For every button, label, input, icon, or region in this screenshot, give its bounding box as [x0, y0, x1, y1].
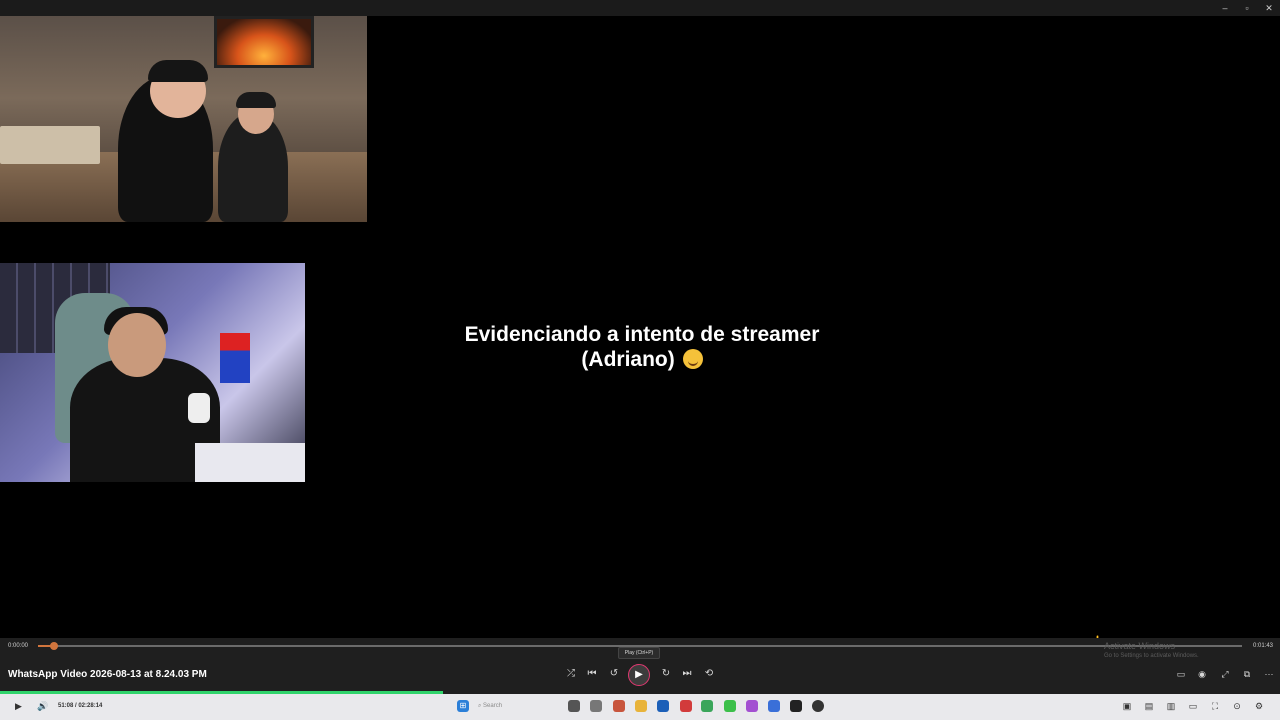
media-player-icon[interactable] [812, 700, 824, 712]
miniplayer-icon: ⧉ [1243, 669, 1251, 679]
cap-shape [148, 60, 208, 82]
play-icon: ▶ [635, 669, 643, 680]
table-shape [0, 126, 100, 164]
activate-windows-subtitle: Go to Settings to activate Windows. [1104, 653, 1199, 659]
person-head-shape [108, 313, 166, 377]
more-button[interactable]: ··· [1261, 666, 1277, 682]
video-caption: Evidenciando a intento de streamer (Adri… [400, 322, 884, 372]
video-title: WhatsApp Video 2026-08-13 at 8.24.03 PM [8, 669, 207, 680]
volume-icon: 🔊 [37, 701, 49, 711]
previous-icon: ⏮ [587, 668, 597, 679]
fullscreen-button[interactable]: ⤢ [1217, 666, 1233, 682]
task-view-icon[interactable] [568, 700, 580, 712]
close-button[interactable]: ✕ [1258, 0, 1280, 16]
more-icon: ··· [1264, 669, 1274, 679]
player-controls: 0:00:00 0:01:43 Play (Ctrl+P) Activate W… [0, 638, 1280, 694]
taskbar-search[interactable]: ⌕ Search [478, 700, 538, 712]
caption-line-2: (Adriano) [400, 347, 884, 372]
restore-button[interactable]: ▫ [1236, 0, 1258, 16]
store-icon[interactable] [657, 700, 669, 712]
audio-button[interactable]: ◉ [1194, 666, 1210, 682]
audio-icon: ◉ [1198, 669, 1206, 679]
total-time: 0:01:43 [1253, 643, 1274, 649]
caption-text: (Adriano) [581, 348, 675, 371]
file-explorer-icon[interactable] [635, 700, 647, 712]
theater-icon[interactable]: ▭ [1187, 700, 1199, 712]
app-icon[interactable] [746, 700, 758, 712]
settings-icon[interactable]: ⚙ [1253, 700, 1265, 712]
window-icon[interactable]: ▤ [1143, 700, 1155, 712]
rewind-button[interactable]: ↺ [606, 666, 622, 682]
play-button[interactable]: ▶ [628, 664, 650, 686]
window-titlebar: – ▫ ✕ [0, 0, 1280, 16]
fireplace-image [214, 16, 314, 68]
app-icon[interactable] [613, 700, 625, 712]
webcam-feed-living-room [0, 16, 367, 222]
shuffle-icon: ⤮ [567, 668, 575, 679]
captions-icon[interactable]: ▥ [1165, 700, 1177, 712]
video-frame[interactable]: Evidenciando a intento de streamer (Adri… [0, 16, 1280, 650]
next-icon: ⏭ [682, 668, 692, 679]
fullscreen-icon: ⤢ [1221, 669, 1229, 679]
desk-shape [195, 443, 305, 482]
rewind-icon: ↺ [609, 668, 619, 679]
cap-shape [236, 92, 276, 108]
subtitles-icon: ▭ [1176, 669, 1186, 679]
outer-play-button[interactable]: ▶ [15, 701, 22, 712]
next-icon[interactable]: ⊙ [1231, 700, 1243, 712]
repeat-icon: ⟲ [704, 668, 714, 679]
microphone-shape [188, 393, 210, 423]
play-tooltip: Play (Ctrl+P) [618, 647, 660, 659]
forward-button[interactable]: ↻ [658, 666, 674, 682]
figurine-shape [220, 333, 250, 383]
current-time: 0:00:00 [8, 643, 29, 649]
miniplayer-button[interactable]: ⧉ [1239, 666, 1255, 682]
app-icon[interactable] [680, 700, 692, 712]
next-button[interactable]: ⏭ [679, 666, 695, 682]
taskbar: ▶ 🔊 51:08 / 02:28:14 ⊞ ⌕ Search ▣ ▤ ▥ ▭ … [0, 694, 1280, 720]
activate-windows-title: Activate Windows [1104, 641, 1176, 651]
shuffle-button[interactable]: ⤮ [563, 666, 579, 682]
previous-button[interactable]: ⏮ [584, 666, 600, 682]
window-controls: – ▫ ✕ [1214, 0, 1280, 16]
app-icon[interactable] [590, 700, 602, 712]
chrome-icon[interactable] [701, 700, 713, 712]
windows-start-icon[interactable]: ⊞ [457, 700, 469, 712]
pip-icon[interactable]: ▣ [1121, 700, 1133, 712]
webcam-feed-streamer [0, 263, 305, 482]
search-placeholder: Search [483, 703, 503, 709]
minimize-button[interactable]: – [1214, 0, 1236, 16]
outer-volume-button[interactable]: 🔊 [37, 701, 48, 712]
app-icon[interactable] [724, 700, 736, 712]
app-icon[interactable] [768, 700, 780, 712]
outer-time: 51:08 / 02:28:14 [58, 703, 103, 709]
rolling-on-floor-laughing-emoji-icon [682, 349, 703, 369]
seek-handle[interactable] [49, 642, 58, 650]
forward-icon: ↻ [661, 668, 671, 679]
fullscreen-icon[interactable]: ⛶ [1209, 700, 1221, 712]
repeat-button[interactable]: ⟲ [701, 666, 717, 682]
app-icon[interactable] [790, 700, 802, 712]
play-icon: ▶ [15, 701, 22, 711]
caption-line-1: Evidenciando a intento de streamer [464, 323, 820, 346]
subtitles-button[interactable]: ▭ [1173, 666, 1189, 682]
